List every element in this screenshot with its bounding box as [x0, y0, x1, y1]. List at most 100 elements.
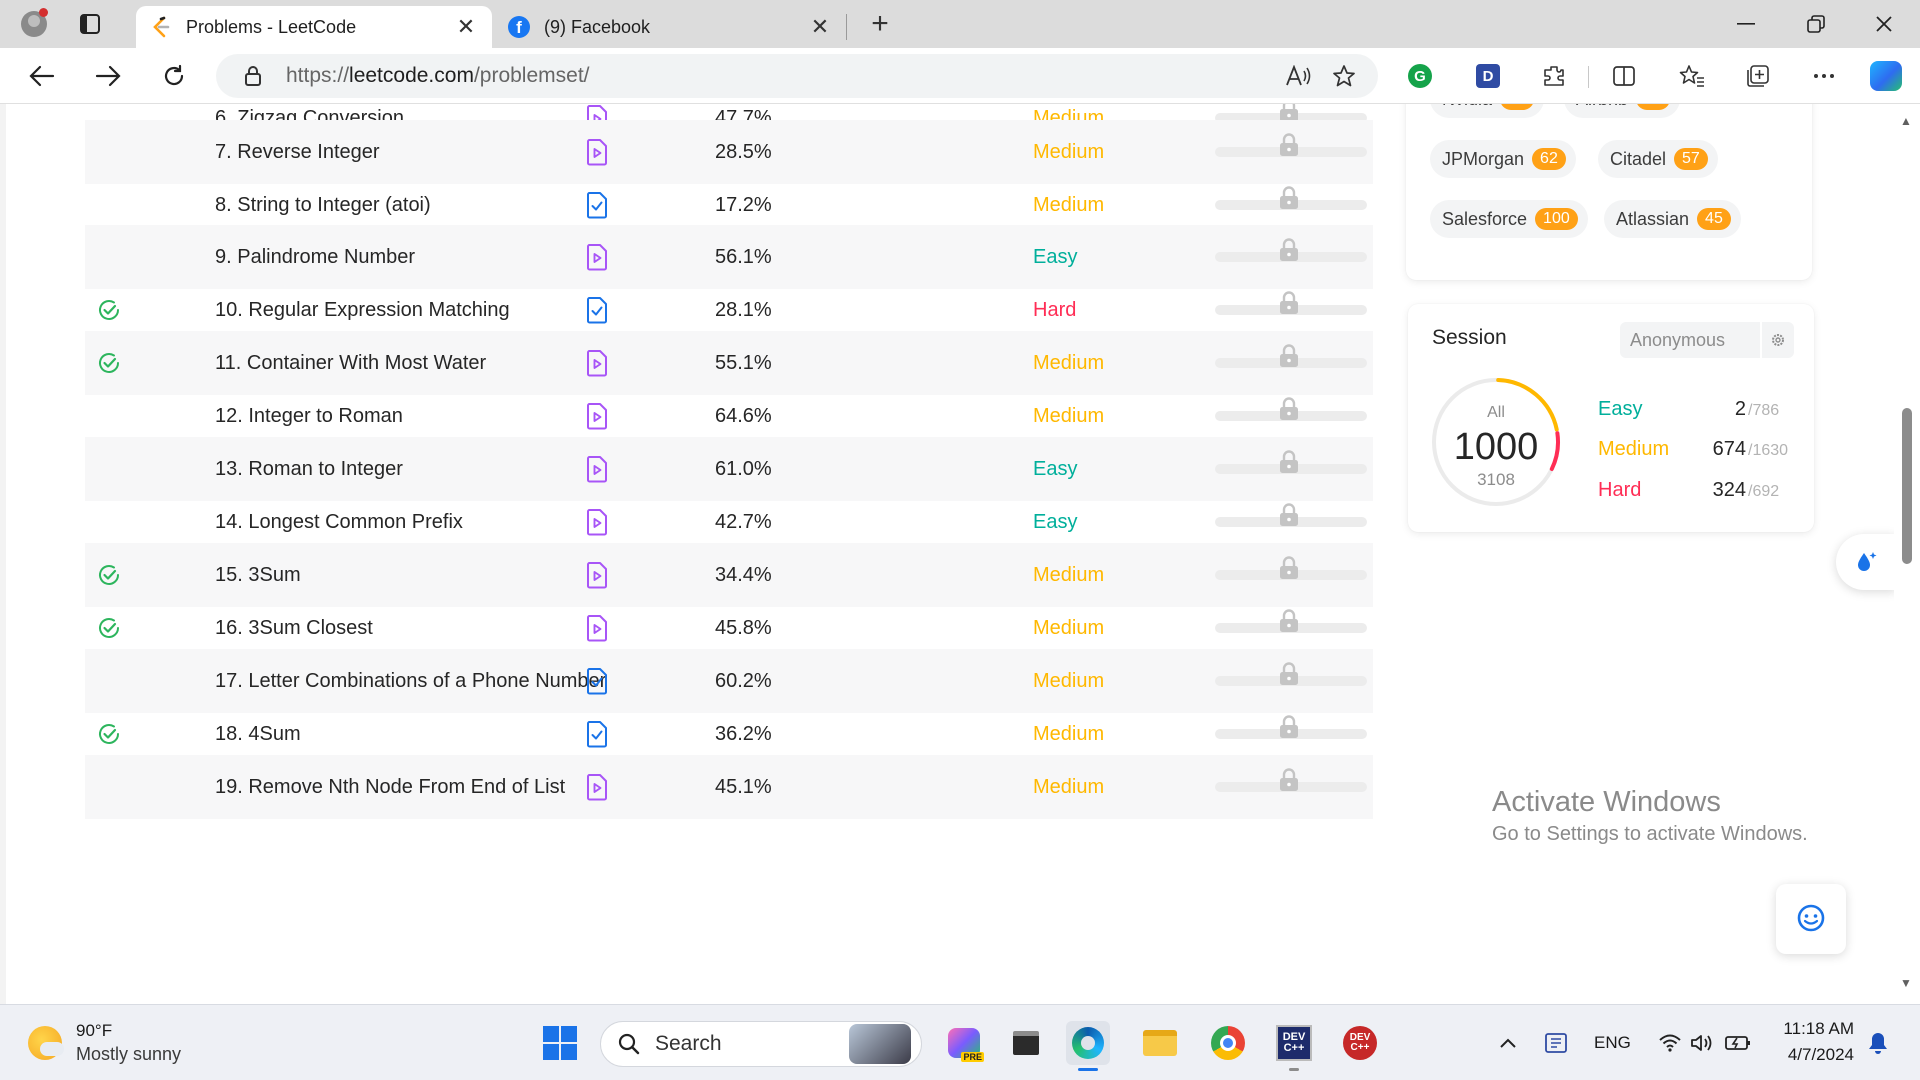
tab-facebook[interactable]: f (9) Facebook ✕ — [494, 6, 846, 48]
close-tab-icon[interactable]: ✕ — [454, 15, 478, 39]
windows-taskbar: 90°F Mostly sunny Search PRE DEV C++ DEV… — [0, 1004, 1920, 1080]
article-solution-icon[interactable] — [585, 296, 609, 324]
video-solution-icon[interactable] — [585, 773, 609, 801]
new-tab-icon[interactable]: + — [862, 7, 898, 40]
dashlane-extension-icon[interactable]: D — [1472, 60, 1504, 92]
feedback-chat-icon[interactable] — [1776, 884, 1846, 954]
video-solution-icon[interactable] — [585, 561, 609, 589]
address-bar[interactable]: https://leetcode.com/problemset/ — [216, 54, 1378, 98]
company-tag[interactable]: Citadel 57 — [1598, 140, 1718, 178]
collections-icon[interactable] — [1742, 60, 1774, 92]
copilot-preview-app-icon[interactable]: PRE — [942, 1021, 986, 1065]
lock-icon[interactable] — [242, 65, 264, 87]
facebook-logo-icon: f — [508, 16, 530, 38]
session-settings-gear-icon[interactable] — [1762, 322, 1794, 358]
language-indicator[interactable]: ENG — [1594, 1033, 1631, 1053]
company-tag[interactable]: JPMorgan 62 — [1430, 140, 1576, 178]
premium-lock-icon — [1280, 768, 1298, 791]
premium-lock-icon — [1280, 662, 1298, 685]
more-options-icon[interactable] — [1808, 60, 1840, 92]
close-window-icon[interactable] — [1856, 4, 1912, 44]
restore-icon[interactable] — [1788, 4, 1844, 44]
tab-leetcode[interactable]: Problems - LeetCode ✕ — [136, 6, 492, 48]
company-tag[interactable]: Atlassian 45 — [1604, 200, 1741, 238]
file-explorer-app-icon[interactable] — [1138, 1021, 1182, 1065]
company-count-badge: 50 — [1636, 104, 1670, 110]
stat-total: /786 — [1748, 402, 1780, 419]
company-tag[interactable]: Nvidia 64 — [1430, 104, 1544, 118]
grammarly-extension-icon[interactable]: G — [1404, 60, 1436, 92]
video-solution-icon[interactable] — [585, 138, 609, 166]
extensions-icon[interactable] — [1538, 60, 1570, 92]
stat-label: Hard — [1598, 479, 1642, 501]
company-tag[interactable]: Salesforce 100 — [1430, 200, 1588, 238]
input-method-icon[interactable] — [1534, 1021, 1578, 1065]
article-solution-icon[interactable] — [585, 667, 609, 695]
close-tab-icon[interactable]: ✕ — [808, 15, 832, 39]
solved-check-icon — [99, 724, 119, 744]
video-solution-icon[interactable] — [585, 508, 609, 536]
browser-toolbar: https://leetcode.com/problemset/ G D — [0, 48, 1920, 104]
profile-icon[interactable] — [16, 8, 52, 40]
session-stat-hard: Hard 324 /692 — [1598, 475, 1794, 505]
chrome-app-icon[interactable] — [1206, 1021, 1250, 1065]
company-count-badge: 45 — [1697, 208, 1731, 230]
solved-check-icon — [99, 618, 119, 638]
video-solution-icon[interactable] — [585, 455, 609, 483]
company-name: Salesforce — [1442, 208, 1528, 229]
problem-title-link[interactable]: 19. Remove Nth Node From End of List — [215, 755, 565, 819]
video-solution-icon[interactable] — [585, 402, 609, 430]
favorite-star-icon[interactable] — [1324, 56, 1364, 96]
minimize-icon[interactable] — [1718, 4, 1774, 44]
tab-actions-icon[interactable] — [72, 8, 108, 40]
session-title: Session — [1432, 326, 1507, 349]
problem-row[interactable]: 19. Remove Nth Node From End of List 45.1… — [85, 755, 1373, 819]
session-card: Session Anonymous All 1000 3108 Easy 2 /… — [1408, 304, 1814, 532]
edge-browser-app-icon[interactable] — [1066, 1021, 1110, 1071]
terminal-app-icon[interactable] — [1004, 1021, 1048, 1065]
refresh-icon[interactable] — [154, 58, 194, 94]
premium-lock-icon — [1280, 503, 1298, 526]
ring-all-label: All — [1487, 404, 1505, 421]
dev-cpp-app-icon[interactable]: DEV C++ — [1272, 1021, 1316, 1071]
partly-sunny-icon — [28, 1026, 64, 1060]
taskbar-search[interactable]: Search — [600, 1021, 922, 1067]
clock-time[interactable]: 11:18 AM — [1778, 1019, 1854, 1039]
scrollbar-thumb[interactable] — [1902, 408, 1912, 564]
premium-lock-icon — [1280, 133, 1298, 156]
scroll-up-arrow-icon[interactable]: ▲ — [1900, 114, 1912, 128]
search-icon — [618, 1033, 640, 1055]
video-solution-icon[interactable] — [585, 349, 609, 377]
article-solution-icon[interactable] — [585, 191, 609, 219]
split-screen-icon[interactable] — [1608, 60, 1640, 92]
battery-charging-icon[interactable] — [1716, 1021, 1760, 1065]
copilot-icon[interactable] — [1870, 60, 1902, 92]
notification-bell-icon[interactable] — [1856, 1021, 1900, 1065]
watermark-subtitle: Go to Settings to activate Windows. — [1492, 823, 1808, 845]
stat-solved: 2 — [1734, 398, 1746, 420]
forward-icon[interactable] — [88, 58, 128, 94]
back-icon[interactable] — [22, 58, 62, 94]
company-tag[interactable]: Airbnb 50 — [1564, 104, 1680, 118]
solved-check-icon — [99, 565, 119, 585]
premium-lock-icon — [1280, 397, 1298, 420]
video-solution-icon[interactable] — [585, 243, 609, 271]
url-text[interactable]: https://leetcode.com/problemset/ — [286, 64, 1278, 88]
article-solution-icon[interactable] — [585, 720, 609, 748]
water-drop-icon[interactable] — [1836, 534, 1896, 590]
company-tags-card: Nvidia 64 Airbnb 50 JPMorgan 62 Citadel 57 Sales… — [1406, 104, 1812, 280]
video-solution-icon[interactable] — [585, 614, 609, 642]
stat-total: /1630 — [1748, 442, 1789, 459]
show-hidden-icons-chevron-icon[interactable] — [1486, 1021, 1530, 1065]
company-count-badge: 100 — [1535, 208, 1578, 230]
windows-start-icon[interactable] — [538, 1021, 582, 1065]
company-name: JPMorgan — [1442, 148, 1525, 169]
dev-cpp-alt-app-icon[interactable]: DEV C++ — [1338, 1021, 1382, 1065]
weather-widget[interactable]: 90°F Mostly sunny — [28, 1021, 181, 1065]
session-select[interactable]: Anonymous — [1620, 322, 1760, 358]
page-scrollbar[interactable]: ▲ ▼ — [1894, 104, 1920, 1004]
favorites-icon[interactable] — [1676, 60, 1708, 92]
scroll-down-arrow-icon[interactable]: ▼ — [1900, 976, 1912, 990]
clock-date[interactable]: 4/7/2024 — [1776, 1045, 1854, 1065]
read-aloud-icon[interactable] — [1278, 56, 1318, 96]
